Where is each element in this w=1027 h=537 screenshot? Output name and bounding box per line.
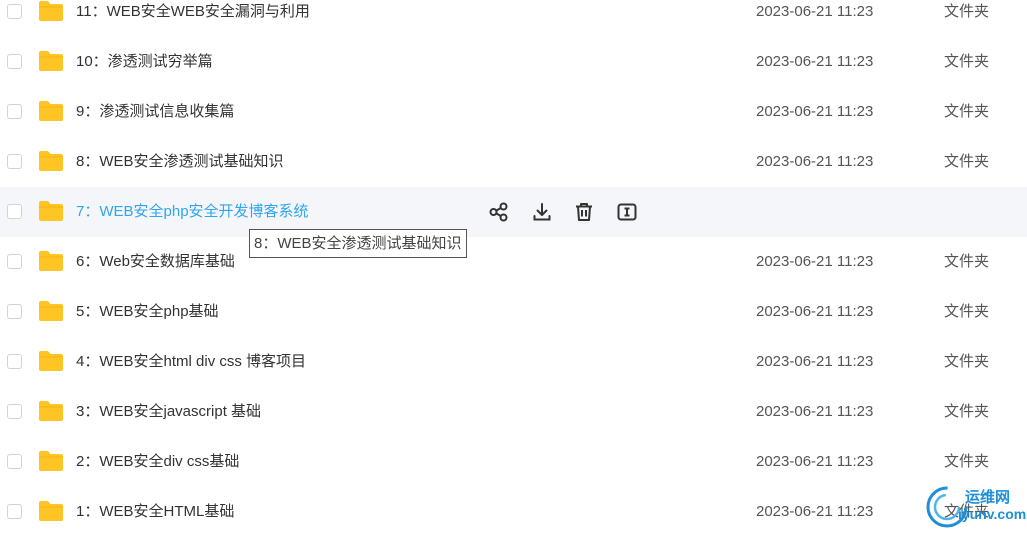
folder-icon: [39, 51, 63, 71]
file-name[interactable]: 9：渗透测试信息收集篇: [76, 102, 234, 122]
file-row[interactable]: 8：WEB安全渗透测试基础知识 2023-06-21 11:23 文件夹: [0, 137, 1027, 187]
row-checkbox[interactable]: [7, 304, 22, 319]
row-checkbox[interactable]: [7, 104, 22, 119]
modified-date: 2023-06-21 11:23: [756, 53, 874, 70]
share-icon[interactable]: [488, 201, 510, 223]
file-type: 文件夹: [944, 3, 990, 20]
delete-icon[interactable]: [573, 201, 595, 223]
file-type: 文件夹: [944, 453, 990, 470]
modified-date: 2023-06-21 11:23: [756, 453, 874, 470]
folder-icon: [39, 401, 63, 421]
modified-date: 2023-06-21 11:23: [756, 353, 874, 370]
download-icon[interactable]: [531, 201, 553, 223]
file-type: 文件夹: [944, 153, 990, 170]
folder-icon: [39, 501, 63, 521]
file-name[interactable]: 3：WEB安全javascript 基础: [76, 402, 261, 422]
file-row[interactable]: 5：WEB安全php基础 2023-06-21 11:23 文件夹: [0, 287, 1027, 337]
file-name[interactable]: 4：WEB安全html div css 博客项目: [76, 352, 306, 372]
file-type: 文件夹: [944, 403, 990, 420]
row-checkbox[interactable]: [7, 154, 22, 169]
row-checkbox[interactable]: [7, 4, 22, 19]
file-row[interactable]: 2：WEB安全div css基础 2023-06-21 11:23 文件夹: [0, 437, 1027, 487]
file-name[interactable]: 11：WEB安全WEB安全漏洞与利用: [76, 2, 310, 22]
modified-date: 2023-06-21 11:23: [756, 103, 874, 120]
name-tooltip: 8：WEB安全渗透测试基础知识: [249, 229, 467, 258]
folder-icon: [39, 1, 63, 21]
rename-icon[interactable]: [616, 201, 638, 223]
file-row[interactable]: 11：WEB安全WEB安全漏洞与利用 2023-06-21 11:23 文件夹: [0, 0, 1027, 37]
folder-icon: [39, 351, 63, 371]
file-row[interactable]: 4：WEB安全html div css 博客项目 2023-06-21 11:2…: [0, 337, 1027, 387]
file-name[interactable]: 2：WEB安全div css基础: [76, 452, 239, 472]
file-name[interactable]: 7：WEB安全php安全开发博客系统: [76, 202, 309, 222]
modified-date: 2023-06-21 11:23: [756, 3, 874, 20]
file-name[interactable]: 8：WEB安全渗透测试基础知识: [76, 152, 284, 172]
watermark-domain: iyunv.com: [958, 506, 1027, 522]
row-checkbox[interactable]: [7, 354, 22, 369]
folder-icon: [39, 301, 63, 321]
file-row-hovered[interactable]: 7：WEB安全php安全开发博客系统: [0, 187, 1027, 237]
file-name[interactable]: 10：渗透测试穷举篇: [76, 52, 213, 72]
modified-date: 2023-06-21 11:23: [756, 253, 874, 270]
modified-date: 2023-06-21 11:23: [756, 503, 874, 520]
file-type: 文件夹: [944, 253, 990, 270]
modified-date: 2023-06-21 11:23: [756, 303, 874, 320]
file-row[interactable]: 9：渗透测试信息收集篇 2023-06-21 11:23 文件夹: [0, 87, 1027, 137]
file-row[interactable]: 3：WEB安全javascript 基础 2023-06-21 11:23 文件…: [0, 387, 1027, 437]
file-type: 文件夹: [944, 353, 990, 370]
file-type: 文件夹: [944, 53, 990, 70]
folder-icon: [39, 101, 63, 121]
file-name[interactable]: 1：WEB安全HTML基础: [76, 502, 234, 522]
row-checkbox[interactable]: [7, 454, 22, 469]
row-checkbox[interactable]: [7, 204, 22, 219]
row-checkbox[interactable]: [7, 404, 22, 419]
file-type: 文件夹: [944, 303, 990, 320]
file-name[interactable]: 5：WEB安全php基础: [76, 302, 219, 322]
row-checkbox[interactable]: [7, 504, 22, 519]
row-checkbox[interactable]: [7, 254, 22, 269]
folder-icon: [39, 451, 63, 471]
row-checkbox[interactable]: [7, 54, 22, 69]
modified-date: 2023-06-21 11:23: [756, 153, 874, 170]
modified-date: 2023-06-21 11:23: [756, 403, 874, 420]
folder-icon: [39, 151, 63, 171]
folder-icon: [39, 251, 63, 271]
folder-icon: [39, 201, 63, 221]
file-row[interactable]: 10：渗透测试穷举篇 2023-06-21 11:23 文件夹: [0, 37, 1027, 87]
watermark-title: 运维网: [965, 489, 1011, 506]
file-row[interactable]: 6：Web安全数据库基础 2023-06-21 11:23 文件夹: [0, 237, 1027, 287]
file-type: 文件夹: [944, 103, 990, 120]
file-name[interactable]: 6：Web安全数据库基础: [76, 252, 235, 272]
